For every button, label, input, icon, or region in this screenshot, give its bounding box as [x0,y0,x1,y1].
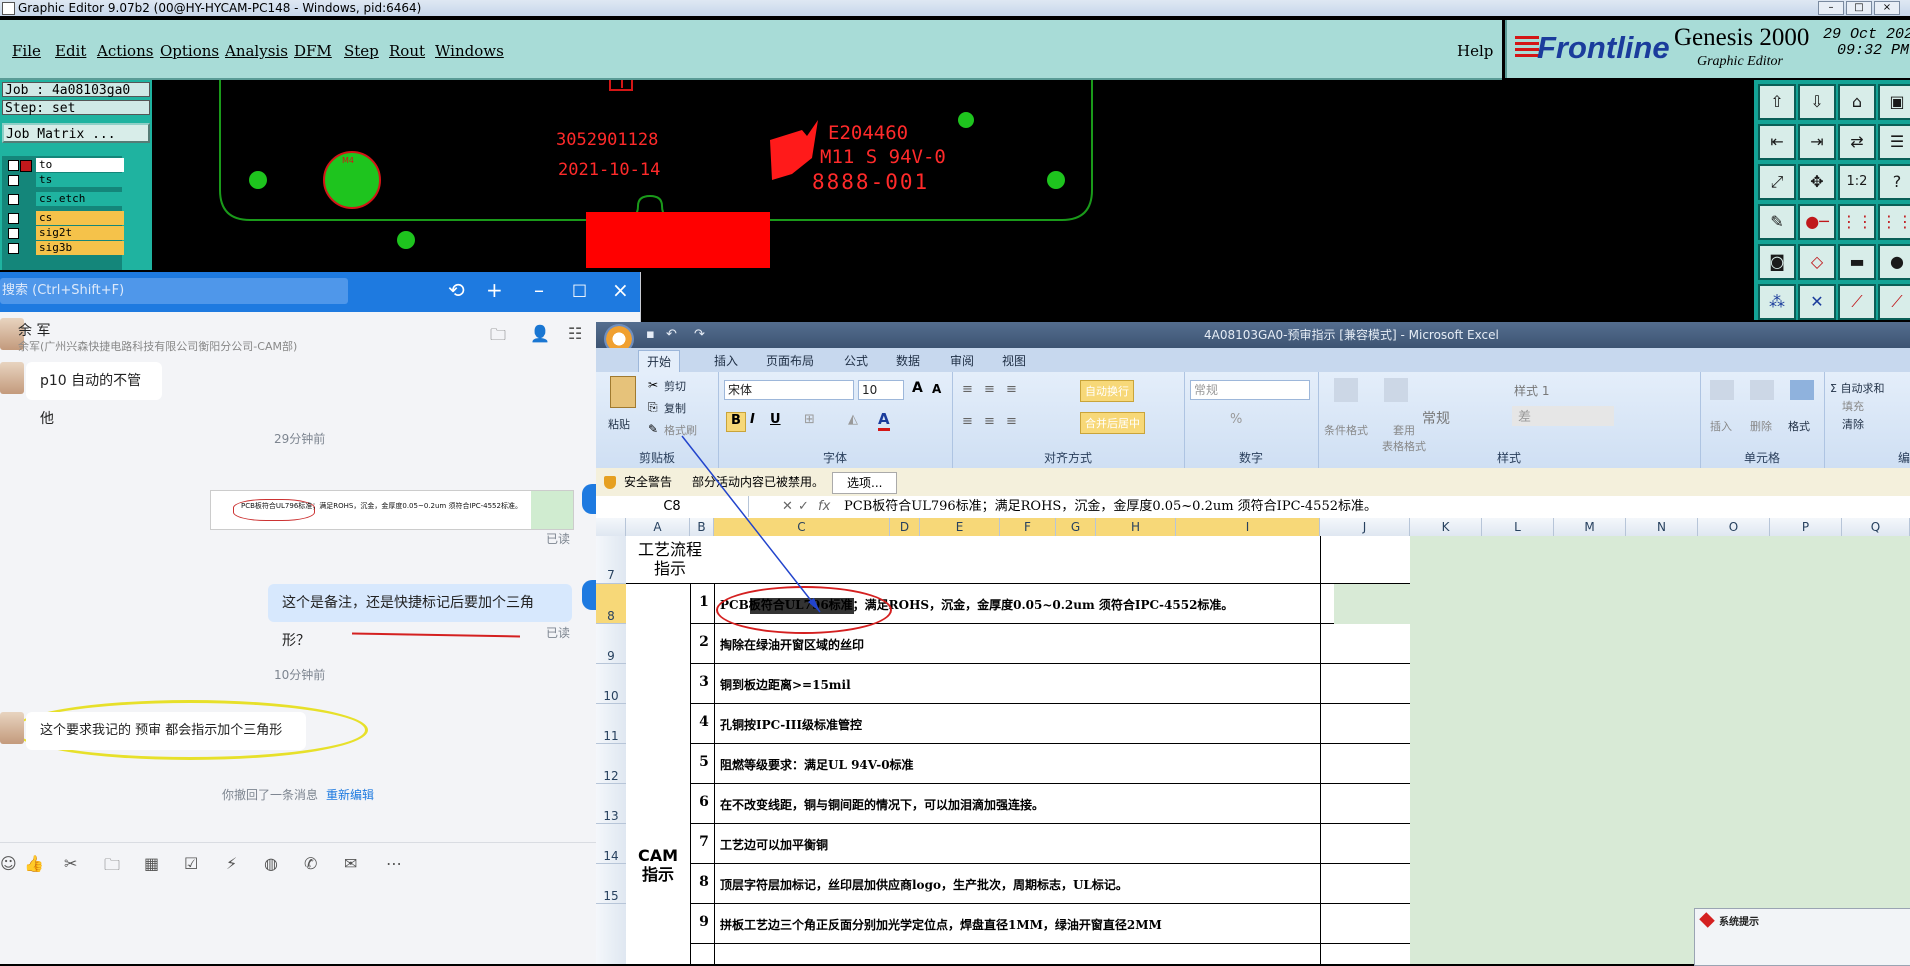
alert-icon [1699,912,1715,928]
system-popup[interactable]: 系统提示 [1694,908,1910,966]
annotation-arrow [681,435,821,613]
popup-title: 系统提示 [1719,917,1759,928]
